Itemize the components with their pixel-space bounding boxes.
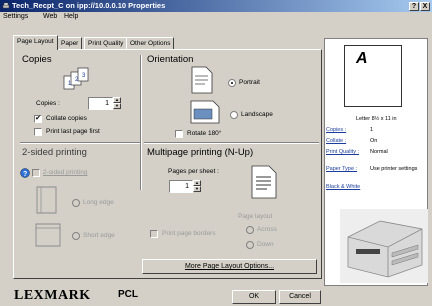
pages-per-sheet-label: Pages per sheet : bbox=[168, 168, 219, 175]
menu-settings[interactable]: Settings bbox=[3, 13, 28, 20]
more-layout-options-button[interactable]: More Page Layout Options... bbox=[142, 259, 317, 274]
preview-quality-link[interactable]: Print Quality : bbox=[326, 149, 359, 155]
page-preview: A bbox=[344, 45, 402, 107]
horizontal-divider bbox=[20, 142, 140, 144]
two-sided-header: 2-sided printing bbox=[22, 147, 87, 158]
across-radio[interactable] bbox=[246, 226, 254, 234]
short-edge-radio[interactable] bbox=[72, 232, 80, 240]
portrait-icon bbox=[191, 66, 213, 94]
collate-checkbox[interactable]: ✔ bbox=[34, 115, 42, 123]
svg-text:?: ? bbox=[23, 171, 27, 178]
window-title: Tech_Recpt_C on ipp://10.0.0.10 Properti… bbox=[12, 1, 166, 10]
long-edge-icon bbox=[36, 186, 57, 214]
long-edge-radio[interactable] bbox=[72, 199, 80, 207]
preview-letter: A bbox=[356, 50, 368, 67]
tab-print-quality[interactable]: Print Quality bbox=[84, 37, 128, 49]
rotate-180-label: Rotate 180° bbox=[187, 130, 222, 137]
pcl-label: PCL bbox=[118, 289, 138, 300]
pages-per-sheet-stepper[interactable]: ▲ ▼ bbox=[193, 180, 201, 192]
close-title-button[interactable]: X bbox=[420, 2, 430, 11]
portrait-radio[interactable] bbox=[228, 79, 236, 87]
help-title-button[interactable]: ? bbox=[409, 2, 419, 11]
print-page-borders-label: Print page borders bbox=[162, 230, 216, 237]
tab-paper[interactable]: Paper bbox=[57, 37, 83, 49]
collate-label: Collate copies bbox=[46, 115, 87, 122]
preview-quality-value: Normal bbox=[370, 149, 388, 155]
down-radio[interactable] bbox=[246, 241, 254, 249]
properties-dialog: Tech_Recpt_C on ipp://10.0.0.10 Properti… bbox=[0, 0, 432, 306]
ok-button[interactable]: OK bbox=[232, 290, 276, 304]
preview-paper-type-value: Use printer settings bbox=[370, 166, 418, 172]
tab-page-layout[interactable]: Page Layout bbox=[13, 35, 58, 50]
orientation-header: Orientation bbox=[147, 54, 194, 65]
preview-collate-value: On bbox=[370, 138, 378, 144]
portrait-label: Portrait bbox=[239, 79, 260, 86]
print-page-borders-checkbox[interactable] bbox=[150, 230, 158, 238]
pages-per-sheet-input[interactable]: 1 bbox=[169, 180, 193, 193]
preview-color-link[interactable]: Black & White bbox=[326, 184, 360, 190]
vertical-divider bbox=[140, 55, 142, 190]
two-sided-label: 2-sided printing bbox=[43, 169, 88, 176]
rotate-180-checkbox[interactable] bbox=[175, 130, 183, 138]
print-last-first-checkbox[interactable] bbox=[34, 128, 42, 136]
short-edge-icon bbox=[35, 223, 61, 247]
copies-label: Copies : bbox=[36, 100, 60, 107]
copies-input[interactable]: 1 bbox=[88, 97, 113, 110]
printer-icon bbox=[2, 2, 10, 9]
help-icon[interactable]: ? bbox=[20, 168, 30, 178]
preview-copies-link[interactable]: Copies : bbox=[326, 127, 346, 133]
preview-paper-size: Letter 8½ x 11 in bbox=[356, 116, 397, 122]
landscape-radio[interactable] bbox=[230, 111, 238, 119]
lexmark-logo: LEXMARK bbox=[14, 288, 91, 303]
copies-header: Copies bbox=[22, 54, 52, 65]
across-label: Across bbox=[257, 226, 277, 233]
long-edge-label: Long edge bbox=[83, 199, 114, 206]
short-edge-label: Short edge bbox=[83, 232, 115, 239]
preview-collate-link[interactable]: Collate : bbox=[326, 138, 346, 144]
copies-pages-icon: 1 2 3 bbox=[63, 67, 89, 90]
horizontal-divider bbox=[144, 142, 319, 144]
landscape-icon bbox=[190, 100, 220, 124]
tab-other-options[interactable]: Other Options bbox=[126, 37, 175, 49]
down-label: Down bbox=[257, 241, 274, 248]
menu-web[interactable]: Web bbox=[43, 13, 57, 20]
more-layout-options-label: More Page Layout Options... bbox=[184, 263, 275, 270]
title-bar: Tech_Recpt_C on ipp://10.0.0.10 Properti… bbox=[0, 0, 432, 12]
print-last-first-label: Print last page first bbox=[46, 128, 100, 135]
multipage-header: Multipage printing (N-Up) bbox=[147, 147, 254, 158]
nup-page-icon bbox=[251, 165, 277, 199]
two-sided-checkbox[interactable] bbox=[32, 169, 40, 177]
page-layout-label: Page layout bbox=[238, 213, 273, 220]
preview-copies-value: 1 bbox=[370, 127, 374, 133]
preview-paper-type-link[interactable]: Paper Type : bbox=[326, 166, 357, 172]
menu-bar: Settings Web Help bbox=[0, 12, 432, 23]
printer-illustration bbox=[340, 209, 428, 283]
landscape-label: Landscape bbox=[241, 111, 273, 118]
cancel-button[interactable]: Cancel bbox=[279, 290, 321, 304]
menu-help[interactable]: Help bbox=[64, 13, 78, 20]
copies-stepper[interactable]: ▲ ▼ bbox=[113, 97, 121, 109]
